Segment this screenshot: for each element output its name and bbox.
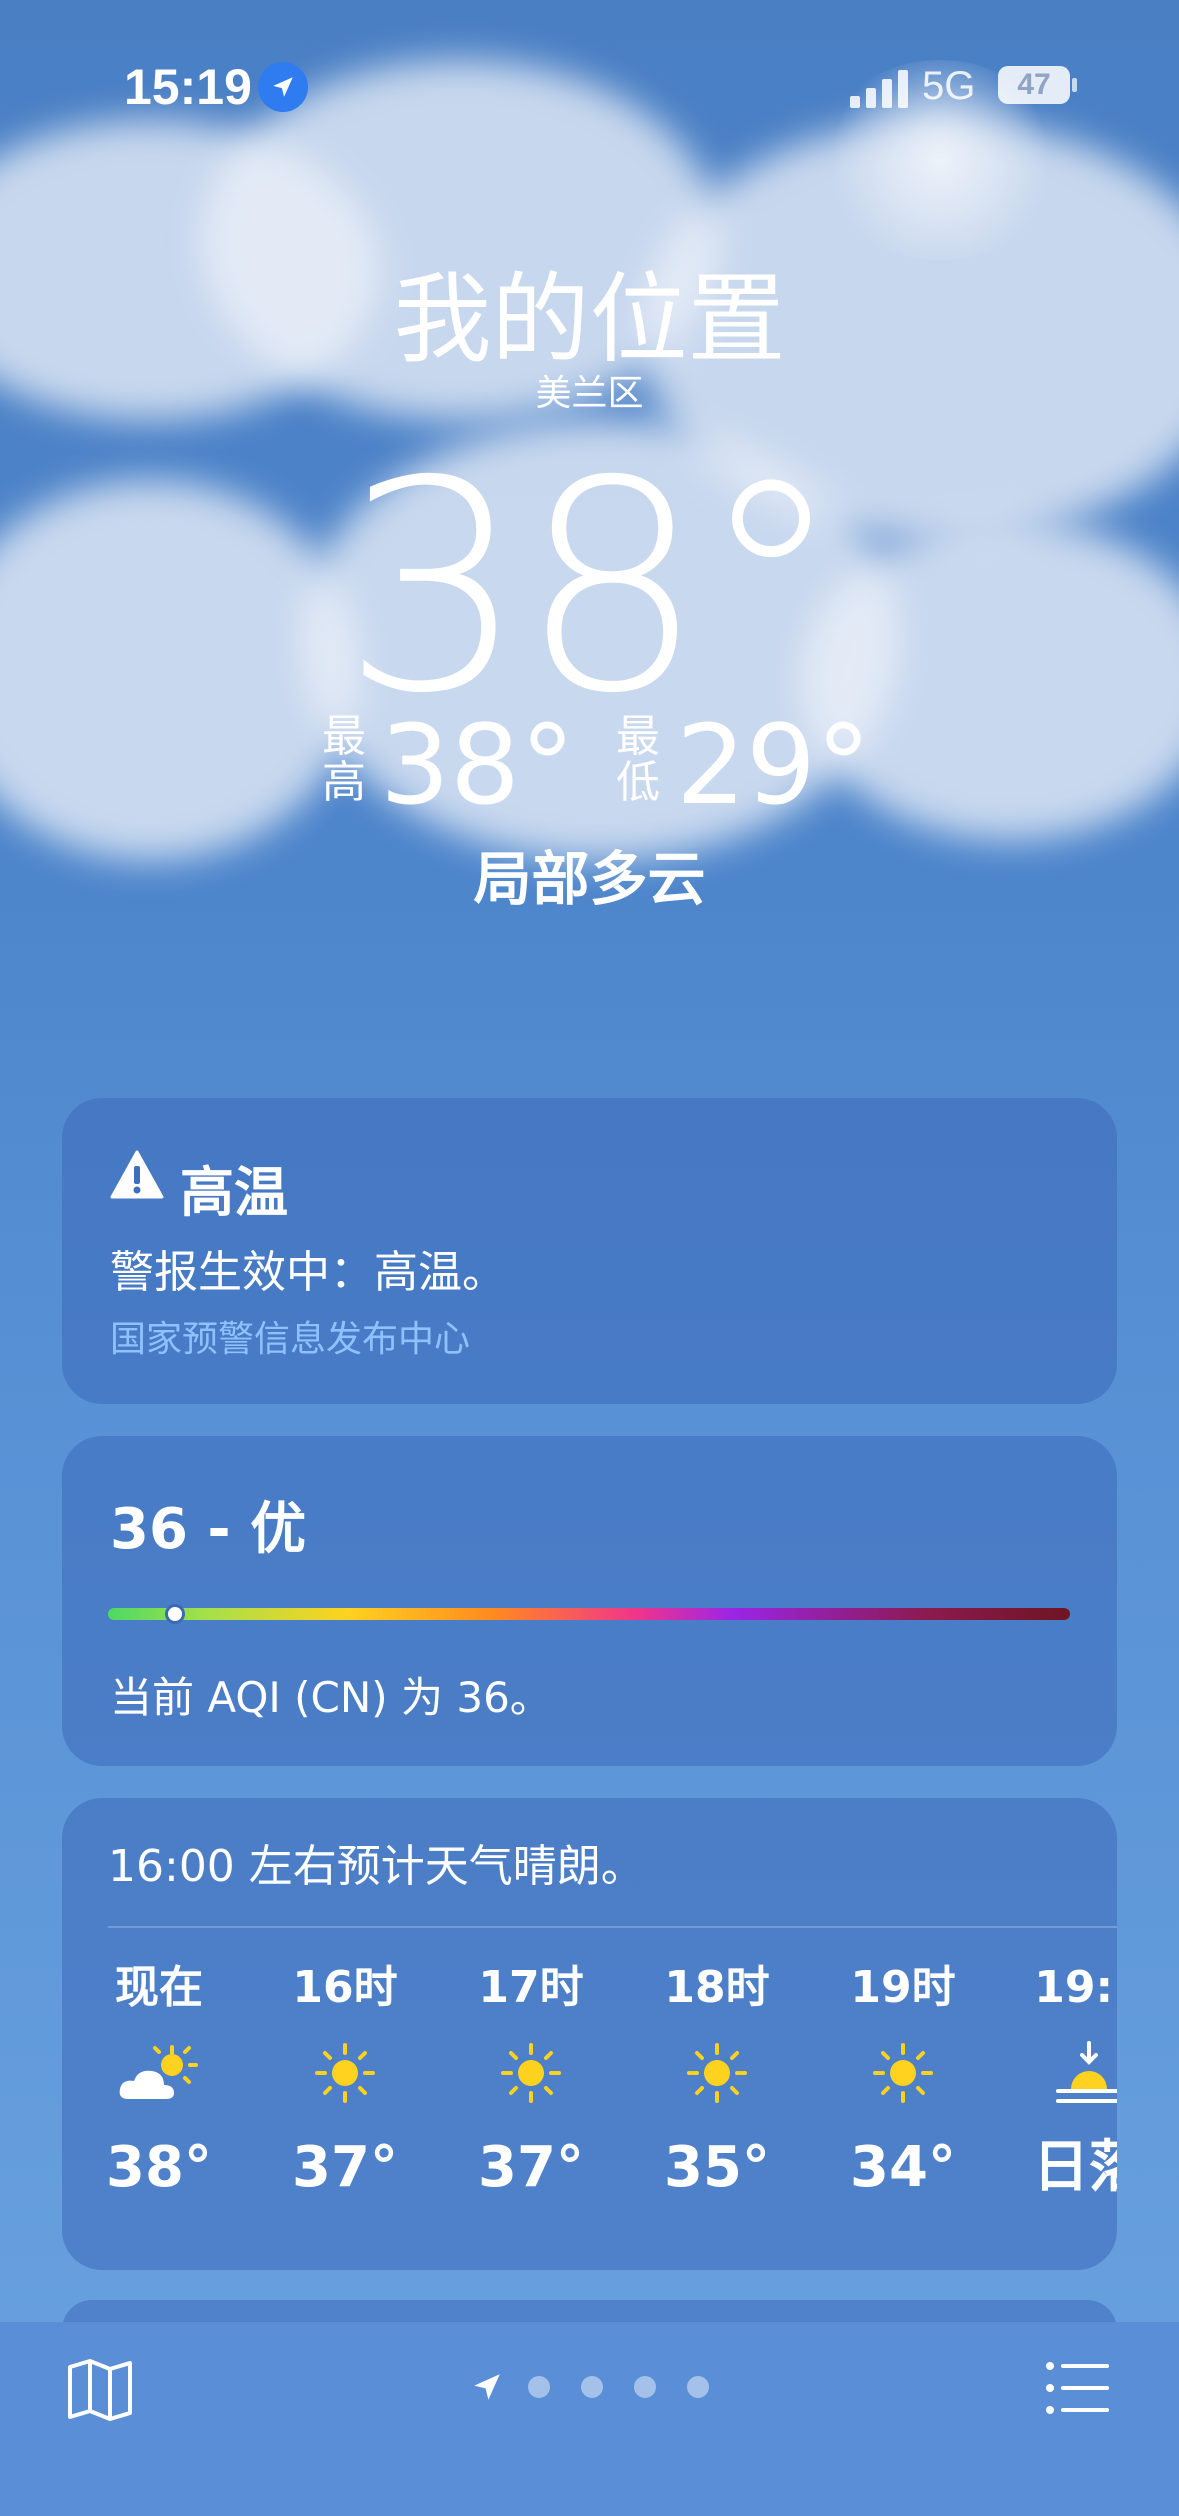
high-low: 最高 38° 最低 29° <box>0 710 1179 820</box>
status-bar: 15:19 5G 47 <box>0 52 1179 122</box>
aqi-scale-bar <box>108 1604 1070 1624</box>
hour-temp: 38° <box>106 2135 212 2200</box>
location-title: 我的位置 <box>393 263 786 377</box>
page-dot[interactable] <box>634 2376 656 2398</box>
map-icon[interactable] <box>66 2357 134 2423</box>
hour-item: 17时 37° <box>446 1958 616 2208</box>
aqi-indicator <box>165 1604 186 1624</box>
high-temp: 38° <box>380 701 575 829</box>
aqi-title: 36 - 优 <box>110 1497 307 1562</box>
forecast-summary: 16:00 左右预计天气晴朗。 <box>108 1841 645 1892</box>
hour-label: 19时 <box>850 1962 956 2013</box>
current-temperature: 38° <box>341 420 843 757</box>
page-dot[interactable] <box>687 2376 709 2398</box>
list-icon[interactable] <box>1045 2360 1111 2416</box>
network-type: 5G <box>922 64 976 108</box>
hour-item: 19:1 日落 <box>1004 1958 1117 2208</box>
sun-icon <box>873 2043 933 2103</box>
location-district: 美兰区 <box>535 373 644 414</box>
hour-temp: 日落 <box>1033 2135 1117 2200</box>
hour-item: 16时 37° <box>260 1958 430 2208</box>
hour-item: 19时 34° <box>818 1958 988 2208</box>
page-dot[interactable] <box>528 2376 550 2398</box>
hour-label: 17时 <box>478 1962 584 2013</box>
location-arrow-icon <box>258 62 308 112</box>
hour-temp: 37° <box>478 2135 584 2200</box>
hourly-forecast-card[interactable]: 16:00 左右预计天气晴朗。 现在 38° 16时 37° 17时 37° 1… <box>62 1798 1117 2270</box>
low-temp: 29° <box>676 701 871 829</box>
hour-item: 现在 38° <box>74 1958 244 2208</box>
alert-body: 警报生效中：高温。 <box>110 1247 506 1298</box>
aqi-description: 当前 AQI (CN) 为 36。 <box>110 1673 552 1722</box>
hour-label: 19:1 <box>1034 1962 1117 2013</box>
aqi-card[interactable]: 36 - 优 当前 AQI (CN) 为 36。 <box>62 1436 1117 1766</box>
bottom-toolbar <box>0 2322 1179 2516</box>
hour-temp: 34° <box>850 2135 956 2200</box>
divider <box>108 1926 1117 1928</box>
hour-label: 现在 <box>115 1962 203 2013</box>
location-page-icon[interactable] <box>470 2370 504 2404</box>
alert-title: 高温 <box>180 1161 288 1224</box>
signal-icon <box>850 70 908 108</box>
page-dot[interactable] <box>581 2376 603 2398</box>
warning-triangle-icon <box>110 1150 164 1199</box>
hour-temp: 37° <box>292 2135 398 2200</box>
condition-text: 局部多云 <box>473 845 706 913</box>
alert-card[interactable]: 高温 警报生效中：高温。 国家预警信息发布中心 <box>62 1098 1117 1404</box>
sunset-icon <box>1056 2041 1117 2103</box>
hour-label: 18时 <box>664 1962 770 2013</box>
sun-icon <box>315 2043 375 2103</box>
alert-source-link[interactable]: 国家预警信息发布中心 <box>110 1310 470 1362</box>
sun-icon <box>501 2043 561 2103</box>
partly-cloudy-icon <box>119 2045 198 2099</box>
high-label: 最高 <box>322 711 366 808</box>
sun-icon <box>687 2043 747 2103</box>
low-label: 最低 <box>616 711 660 808</box>
battery-icon: 47 <box>998 66 1070 104</box>
hour-temp: 35° <box>664 2135 770 2200</box>
hour-item: 18时 35° <box>632 1958 802 2208</box>
battery-level: 47 <box>1017 68 1051 101</box>
status-time: 15:19 <box>124 59 252 115</box>
battery-tip <box>1072 78 1077 92</box>
hour-label: 16时 <box>292 1962 398 2013</box>
